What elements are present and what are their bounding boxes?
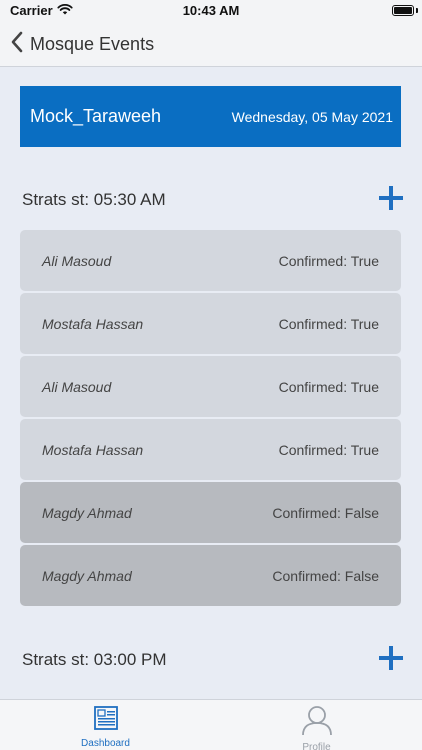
attendee-status: Confirmed: False — [272, 504, 379, 521]
attendee-row[interactable]: Ali Masoud Confirmed: True — [20, 230, 401, 291]
attendee-status: Confirmed: True — [278, 441, 379, 458]
dashboard-icon — [93, 705, 119, 736]
attendee-status: Confirmed: True — [278, 378, 379, 395]
attendee-name: Magdy Ahmad — [42, 567, 132, 584]
add-attendee-button[interactable] — [378, 185, 404, 216]
attendee-row[interactable]: Mostafa Hassan Confirmed: True — [20, 293, 401, 354]
battery-icon — [392, 5, 414, 16]
tab-profile-label: Profile — [302, 742, 331, 750]
attendee-row[interactable]: Mostafa Hassan Confirmed: True — [20, 419, 401, 480]
screen: Carrier 10:43 AM Mosque Events Mock_Tara… — [0, 0, 422, 750]
attendee-status: Confirmed: True — [278, 315, 379, 332]
navigation-bar: Mosque Events — [0, 22, 422, 67]
attendee-row[interactable]: Ali Masoud Confirmed: True — [20, 356, 401, 417]
plus-icon — [378, 645, 404, 676]
session-start-label: Strats st: 05:30 AM — [22, 190, 166, 209]
person-icon — [301, 705, 333, 740]
attendee-name: Ali Masoud — [42, 252, 112, 269]
page-title: Mosque Events — [30, 33, 155, 54]
attendee-row[interactable]: Magdy Ahmad Confirmed: False — [20, 482, 401, 543]
status-time: 10:43 AM — [182, 3, 240, 18]
attendee-name: Ali Masoud — [42, 378, 112, 395]
event-name: Mock_Taraweeh — [30, 106, 162, 126]
battery-cap — [416, 8, 418, 13]
tab-dashboard-label: Dashboard — [81, 738, 130, 749]
attendee-status: Confirmed: False — [272, 567, 379, 584]
session-start-label: Strats st: 03:00 PM — [22, 650, 167, 669]
add-attendee-button[interactable] — [378, 645, 404, 676]
tab-bar: Dashboard Profile — [0, 699, 422, 750]
attendee-name: Mostafa Hassan — [42, 315, 144, 332]
tab-profile[interactable]: Profile — [211, 700, 422, 750]
event-date: Wednesday, 05 May 2021 — [231, 108, 393, 125]
attendee-status: Confirmed: True — [278, 252, 379, 269]
tab-dashboard[interactable]: Dashboard — [0, 700, 211, 750]
event-header: Mock_Taraweeh Wednesday, 05 May 2021 — [20, 86, 401, 147]
chevron-left-icon — [10, 30, 24, 59]
back-button[interactable]: Mosque Events — [0, 30, 154, 59]
attendee-name: Magdy Ahmad — [42, 504, 132, 521]
plus-icon — [378, 185, 404, 216]
session-header-2: Strats st: 03:00 PM — [22, 640, 404, 680]
session-header-1: Strats st: 05:30 AM — [22, 180, 404, 220]
attendee-list: Ali Masoud Confirmed: True Mostafa Hassa… — [20, 230, 401, 608]
attendee-row[interactable]: Magdy Ahmad Confirmed: False — [20, 545, 401, 606]
attendee-name: Mostafa Hassan — [42, 441, 144, 458]
status-bar: Carrier 10:43 AM — [0, 0, 422, 22]
